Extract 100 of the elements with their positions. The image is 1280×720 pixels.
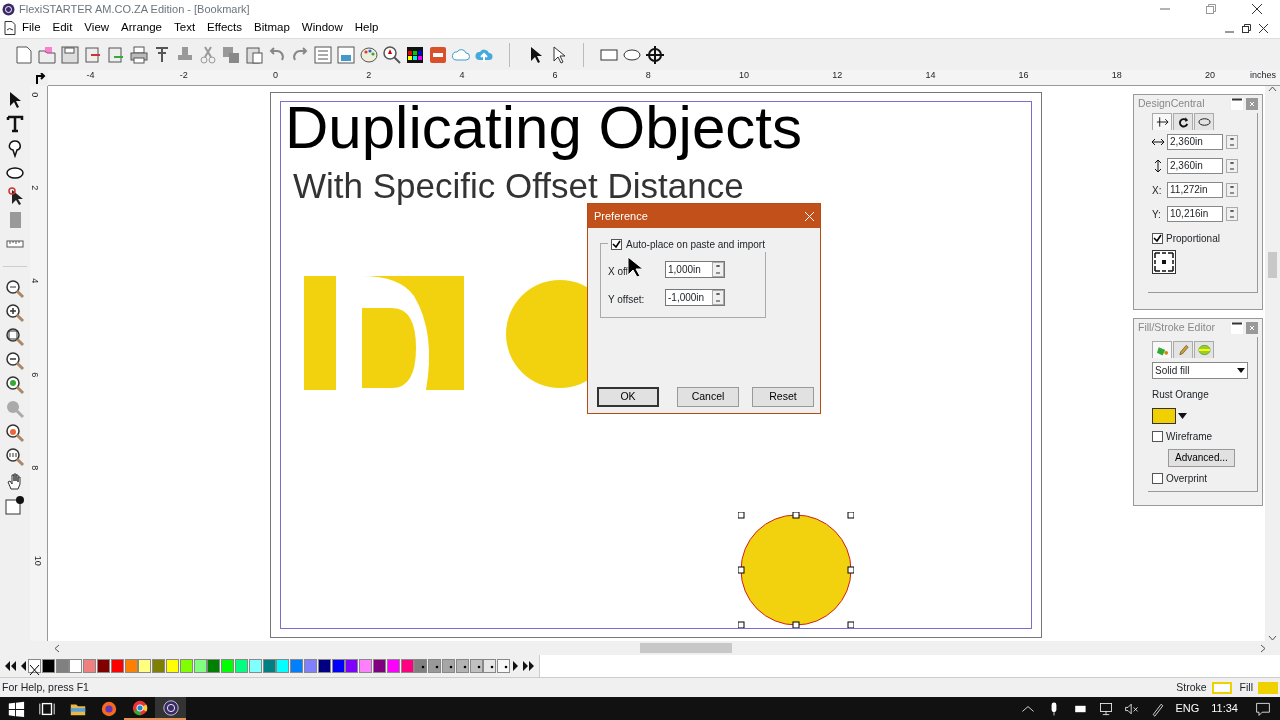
spinner-icon[interactable] bbox=[1226, 159, 1238, 173]
restore-icon[interactable] bbox=[1242, 23, 1251, 33]
save-icon[interactable] bbox=[60, 44, 80, 65]
chrome-icon[interactable] bbox=[130, 698, 149, 717]
color-swatch[interactable] bbox=[41, 659, 55, 673]
zoom-in-icon[interactable] bbox=[5, 303, 25, 323]
color-swatch[interactable] bbox=[372, 659, 386, 673]
app-icon[interactable] bbox=[161, 698, 180, 717]
menu-item[interactable]: Window bbox=[295, 19, 349, 37]
scrollbar-thumb[interactable] bbox=[640, 643, 732, 653]
color-swatch[interactable] bbox=[317, 659, 331, 673]
scissors-icon[interactable] bbox=[198, 44, 218, 65]
scroll-down-icon[interactable] bbox=[1268, 635, 1277, 641]
checkbox[interactable] bbox=[1152, 473, 1163, 484]
dialog-button[interactable]: Reset bbox=[752, 387, 814, 407]
menu-item[interactable]: Arrange bbox=[115, 19, 168, 37]
network-icon[interactable] bbox=[1098, 700, 1115, 717]
fill-tool-icon[interactable] bbox=[5, 495, 25, 515]
color-swatch[interactable] bbox=[165, 659, 179, 673]
color-swatch[interactable] bbox=[400, 659, 414, 673]
color-swatch[interactable] bbox=[234, 659, 248, 673]
color-swatch[interactable] bbox=[345, 659, 359, 673]
menu-item[interactable]: Bitmap bbox=[248, 19, 296, 37]
notification-icon[interactable] bbox=[1255, 700, 1271, 717]
dialog-button[interactable]: OK bbox=[597, 387, 659, 407]
color-swatch[interactable] bbox=[441, 659, 455, 673]
minimize-icon[interactable] bbox=[1231, 322, 1243, 334]
input-field[interactable]: 11,272in bbox=[1167, 182, 1223, 198]
node-edit-icon[interactable] bbox=[5, 186, 25, 206]
color-swatch[interactable] bbox=[179, 659, 193, 673]
checkbox[interactable] bbox=[611, 239, 622, 250]
color-swatch[interactable] bbox=[290, 659, 304, 673]
magnifier-icon[interactable] bbox=[382, 44, 402, 65]
dropdown-arrow-icon[interactable] bbox=[1178, 413, 1187, 419]
new-document-icon[interactable] bbox=[14, 44, 34, 65]
scroll-up-icon[interactable] bbox=[1268, 86, 1277, 92]
zoom-tool-icon[interactable] bbox=[5, 279, 25, 299]
menu-item[interactable]: Edit bbox=[46, 19, 79, 37]
color-swatch[interactable] bbox=[331, 659, 345, 673]
color-swatch[interactable] bbox=[221, 659, 235, 673]
input-field[interactable]: 2,360in bbox=[1167, 158, 1223, 174]
clock[interactable]: 11:34 bbox=[1211, 700, 1238, 717]
input-field[interactable]: 2,360in bbox=[1167, 134, 1223, 150]
import-icon[interactable] bbox=[83, 44, 103, 65]
export-icon[interactable] bbox=[106, 44, 126, 65]
spinner-icon[interactable] bbox=[1226, 135, 1238, 149]
color-swatch[interactable] bbox=[124, 659, 138, 673]
dialog-button[interactable]: Cancel bbox=[677, 387, 739, 407]
zoom-page-icon[interactable] bbox=[5, 327, 25, 347]
color-swatch[interactable] bbox=[97, 659, 110, 673]
anchor-grid-icon[interactable] bbox=[1152, 250, 1176, 274]
color-swatch[interactable] bbox=[69, 659, 83, 673]
copy-icon[interactable] bbox=[221, 44, 241, 65]
printer-icon[interactable] bbox=[129, 44, 149, 65]
first-arrow-icon[interactable] bbox=[4, 660, 18, 672]
spinner-icon[interactable] bbox=[712, 290, 724, 305]
clipboard-icon[interactable] bbox=[244, 44, 264, 65]
advanced-button[interactable]: Advanced... bbox=[1168, 448, 1235, 467]
language-indicator[interactable]: ENG bbox=[1175, 700, 1200, 717]
list-icon[interactable] bbox=[313, 44, 333, 65]
menu-item[interactable]: Text bbox=[168, 19, 202, 37]
panel-tab[interactable] bbox=[1173, 113, 1193, 130]
color-grid-icon[interactable] bbox=[405, 44, 425, 65]
close-icon[interactable] bbox=[1252, 4, 1262, 14]
color-swatch[interactable] bbox=[414, 659, 428, 673]
color-swatch[interactable] bbox=[359, 659, 373, 673]
color-swatch[interactable] bbox=[455, 659, 469, 673]
menu-item[interactable]: File bbox=[16, 19, 47, 37]
palette-icon[interactable] bbox=[359, 44, 379, 65]
color-swatch[interactable] bbox=[193, 659, 207, 673]
color-swatch[interactable] bbox=[152, 659, 166, 673]
color-swatch[interactable] bbox=[248, 659, 262, 673]
open-folder-icon[interactable] bbox=[37, 44, 57, 65]
crosshair-icon[interactable] bbox=[645, 44, 665, 65]
document-icon[interactable] bbox=[4, 21, 16, 35]
color-swatch[interactable] bbox=[83, 659, 97, 673]
color-swatch[interactable] bbox=[303, 659, 317, 673]
menu-item[interactable]: Help bbox=[348, 19, 385, 37]
color-swatch[interactable] bbox=[497, 659, 511, 673]
zoom-selection-icon[interactable] bbox=[5, 375, 25, 395]
menu-item[interactable]: Effects bbox=[201, 19, 249, 37]
table-icon[interactable] bbox=[336, 44, 356, 65]
menu-item[interactable]: View bbox=[78, 19, 116, 37]
color-swatch[interactable] bbox=[110, 659, 124, 673]
color-swatch[interactable] bbox=[262, 659, 276, 673]
spinner-icon[interactable] bbox=[712, 262, 724, 277]
input-field[interactable]: 10,216in bbox=[1167, 206, 1223, 222]
scrollbar-thumb[interactable] bbox=[1268, 252, 1277, 278]
selected-circle-drawing[interactable] bbox=[738, 512, 854, 628]
last-arrow-icon[interactable] bbox=[520, 660, 535, 672]
color-swatch[interactable] bbox=[469, 659, 483, 673]
no-color-swatch[interactable] bbox=[28, 659, 41, 673]
text-tool-icon[interactable] bbox=[5, 114, 25, 134]
close-icon[interactable] bbox=[1259, 23, 1268, 33]
color-swatch[interactable] bbox=[138, 659, 152, 673]
scroll-right-icon[interactable] bbox=[1260, 643, 1266, 653]
color-swatch[interactable] bbox=[483, 659, 497, 673]
color-swatch[interactable] bbox=[1152, 408, 1176, 424]
zoom-out-icon[interactable] bbox=[5, 351, 25, 371]
er-icon[interactable] bbox=[428, 44, 448, 65]
